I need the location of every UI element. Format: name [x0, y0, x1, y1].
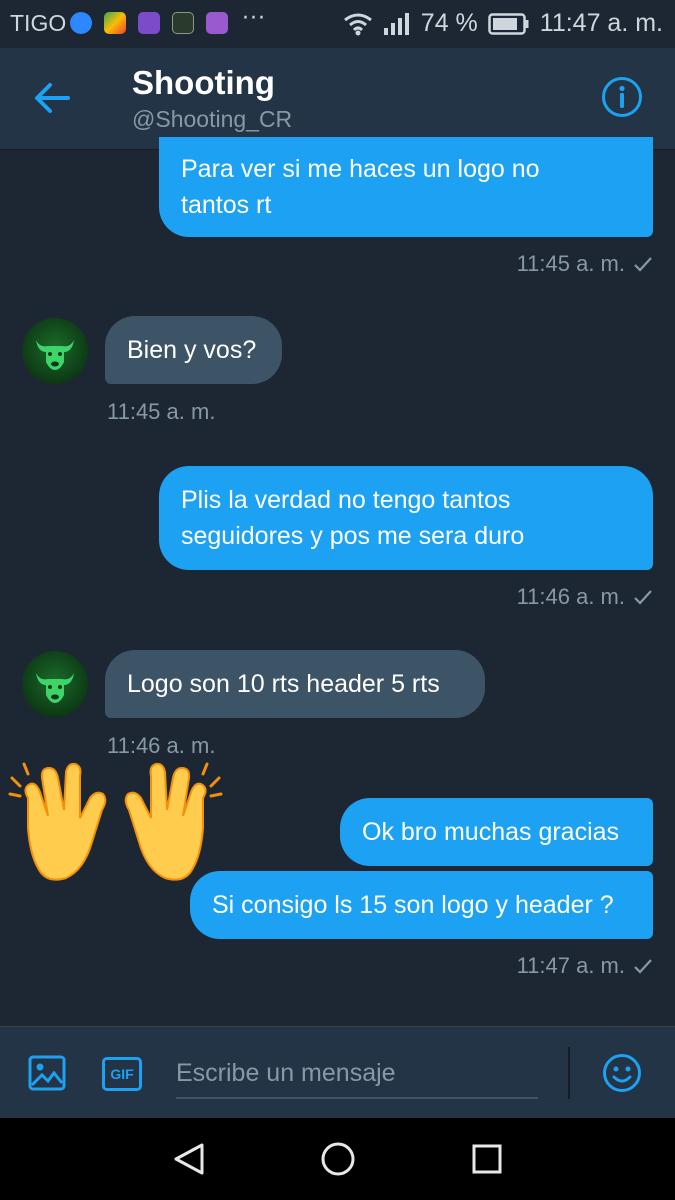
conversation-title: Shooting: [132, 64, 275, 101]
conversation-handle: @Shooting_CR: [132, 106, 293, 132]
message-text-line: Logo son 10 rts header 5 rts: [127, 670, 440, 698]
battery-percent: 74 %: [420, 9, 478, 37]
clock: 11:47 a. m.: [539, 9, 663, 37]
nav-recent-apps-icon[interactable]: [471, 1143, 503, 1175]
avatar[interactable]: [22, 318, 88, 384]
message-timestamp: 11:46 a. m.: [107, 733, 216, 758]
nav-back-icon[interactable]: [170, 1141, 206, 1177]
message-text-line: tantos rt: [181, 191, 272, 219]
battery-icon: [488, 12, 529, 35]
app-badge-icon: [172, 12, 194, 34]
message-timestamp: 11:45 a. m.: [107, 399, 216, 424]
message-text-line: seguidores y pos me sera duro: [181, 522, 525, 550]
info-icon[interactable]: [601, 76, 643, 118]
carrier-label: TIGO: [10, 10, 67, 36]
timestamp-text: 11:45 a. m.: [516, 251, 625, 276]
message-timestamp: 11:46 a. m.: [400, 584, 653, 610]
bull-logo-icon: [36, 673, 74, 703]
message-text-line: Plis la verdad no tengo tantos: [181, 486, 511, 514]
status-right: 74 % 11:47 a. m.: [343, 9, 663, 38]
message-text-line: Ok bro muchas gracias: [362, 818, 620, 846]
timestamp-text: 11:46 a. m.: [516, 584, 625, 609]
message-outgoing[interactable]: Ok bro muchas gracias: [340, 798, 653, 866]
status-bar: TIGO ··· 74 % 11:47 a. m.: [0, 0, 675, 48]
back-arrow-icon[interactable]: [32, 80, 72, 116]
gif-button[interactable]: GIF: [102, 1057, 142, 1091]
message-text-line: Para ver si me haces un logo no: [181, 155, 540, 183]
composer-divider: [568, 1047, 570, 1099]
more-notifications-icon: ···: [242, 6, 266, 31]
message-outgoing[interactable]: Plis la verdad no tengo tantos seguidore…: [159, 466, 653, 570]
keyboard-app-icon: [138, 12, 160, 34]
read-check-icon: [634, 590, 652, 605]
timestamp-text: 11:47 a. m.: [516, 953, 625, 978]
play-store-icon: [104, 12, 126, 34]
wifi-icon: [343, 13, 372, 35]
message-composer: GIF: [0, 1026, 675, 1118]
read-check-icon: [634, 257, 652, 272]
message-text-line: Bien y vos?: [127, 336, 257, 364]
message-input[interactable]: [176, 1049, 538, 1099]
message-outgoing[interactable]: Para ver si me haces un logo no tantos r…: [159, 137, 653, 237]
message-outgoing[interactable]: Si consigo ls 15 son logo y header ?: [190, 871, 653, 939]
message-timestamp: 11:45 a. m.: [400, 251, 653, 277]
nav-home-icon[interactable]: [320, 1141, 356, 1177]
emoji-icon[interactable]: [602, 1053, 642, 1093]
messenger-icon: [70, 12, 92, 34]
message-incoming[interactable]: Bien y vos?: [105, 316, 282, 384]
signal-icon: [383, 12, 409, 35]
gallery-app-icon: [206, 12, 228, 34]
raised-hands-emoji-icon: [8, 762, 223, 881]
message-incoming[interactable]: Logo son 10 rts header 5 rts: [105, 650, 485, 718]
conversation-header: Shooting @Shooting_CR: [0, 48, 675, 150]
avatar[interactable]: [22, 651, 88, 717]
message-timestamp: 11:47 a. m.: [400, 953, 653, 979]
bull-logo-icon: [36, 340, 74, 370]
image-icon[interactable]: [28, 1055, 66, 1091]
read-check-icon: [634, 959, 652, 974]
system-navigation-bar: [0, 1118, 675, 1200]
message-text-line: Si consigo ls 15 son logo y header ?: [212, 891, 614, 919]
